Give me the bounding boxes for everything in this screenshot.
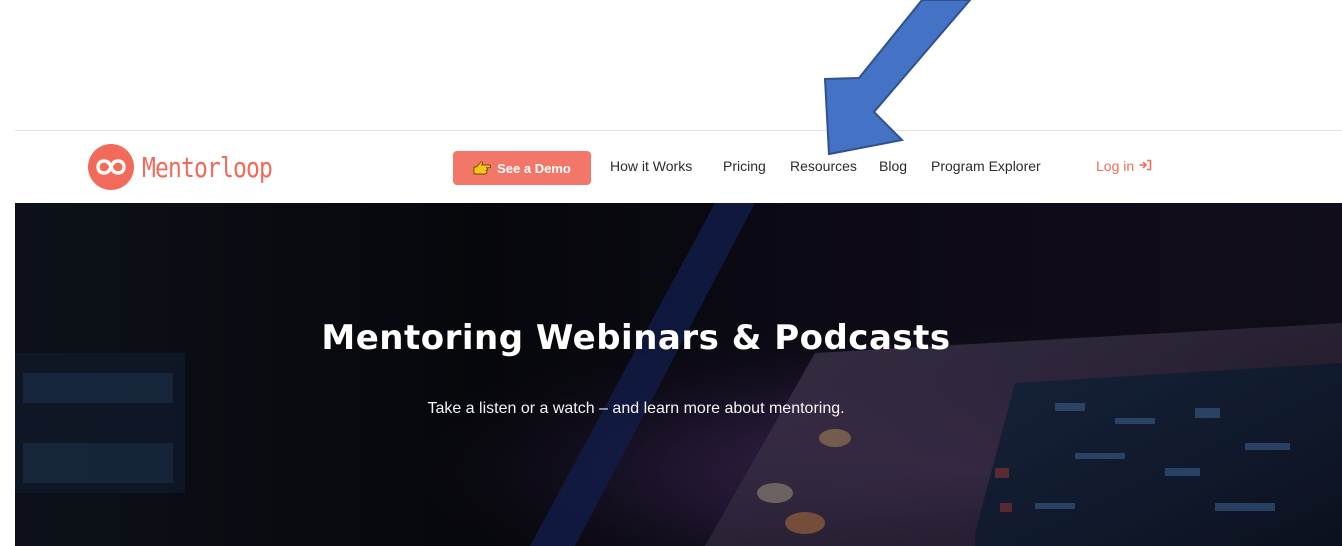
nav-log-in[interactable]: Log in [1096,158,1152,174]
nav-pricing[interactable]: Pricing [723,158,766,174]
nav-resources[interactable]: Resources [790,158,857,174]
nav-program-explorer[interactable]: Program Explorer [931,158,1041,174]
log-in-label: Log in [1096,158,1135,174]
see-a-demo-button[interactable]: See a Demo [453,151,591,185]
hero-title: Mentoring Webinars & Podcasts [321,318,951,358]
brand-name: Mentorloop [142,150,273,184]
nav-how-it-works[interactable]: How it Works [610,158,692,174]
pointing-hand-icon [473,161,492,175]
hero-background-image [15,203,1342,546]
page: Mentorloop See a Demo How it Works Prici… [0,0,1342,546]
see-a-demo-label: See a Demo [497,160,571,176]
hero-subtitle: Take a listen or a watch – and learn mor… [427,400,845,417]
infinity-loop-icon [88,144,134,190]
login-arrow-icon [1139,158,1152,174]
nav-blog[interactable]: Blog [879,158,907,174]
hero-banner: Mentoring Webinars & Podcasts Take a lis… [15,203,1342,546]
mentorloop-logo[interactable]: Mentorloop [88,141,301,193]
site-header: Mentorloop See a Demo How it Works Prici… [15,131,1342,203]
